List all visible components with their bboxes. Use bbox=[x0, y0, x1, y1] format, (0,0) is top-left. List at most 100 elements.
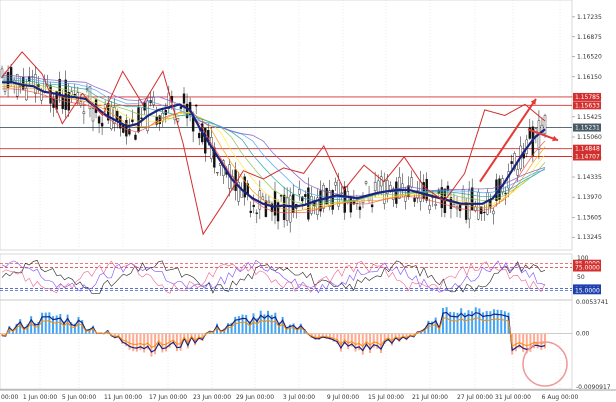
histogram-bar bbox=[496, 309, 499, 334]
candle-body bbox=[334, 181, 337, 186]
candle-body bbox=[395, 181, 398, 204]
candle-body bbox=[100, 122, 104, 127]
histogram-bar bbox=[452, 312, 455, 334]
price-tick-label: 1.13245 bbox=[577, 234, 602, 241]
candle-body bbox=[349, 196, 353, 213]
candle-body bbox=[279, 195, 283, 197]
candle-body bbox=[58, 78, 61, 96]
candle-body bbox=[358, 206, 362, 210]
candle-body bbox=[131, 119, 134, 123]
time-axis-label: 11 Jun 00:00 bbox=[104, 394, 142, 401]
oscillator-level-tag-label: 15.0000 bbox=[575, 287, 600, 294]
time-axis-label: 27 Jul 00:00 bbox=[457, 394, 493, 401]
oscillator-tick-label: 50 bbox=[577, 274, 585, 281]
candle-body bbox=[428, 205, 431, 210]
histogram-bar bbox=[164, 333, 167, 352]
oscillator-level-tag-label: 75.0000 bbox=[575, 265, 600, 272]
histogram-bar bbox=[237, 316, 240, 334]
candle-body bbox=[376, 180, 380, 193]
candle-body bbox=[182, 93, 186, 104]
candle-body bbox=[483, 211, 486, 214]
candle-body bbox=[410, 177, 413, 188]
time-axis-label: 5 Jun 00:00 bbox=[62, 394, 96, 401]
histogram-bar bbox=[128, 333, 131, 350]
price-level-tag-label: 1.15633 bbox=[575, 102, 600, 109]
price-level-tag-label: 1.14848 bbox=[575, 146, 600, 153]
histogram-bar bbox=[274, 312, 277, 334]
time-axis-label: 29 Jun 00:00 bbox=[236, 394, 274, 401]
candle-body bbox=[197, 133, 201, 139]
histogram-bar bbox=[143, 333, 146, 353]
time-axis-label: 9 Jul 00:00 bbox=[327, 394, 359, 401]
histogram-bar bbox=[48, 312, 51, 334]
price-tick-label: 1.13605 bbox=[577, 214, 602, 221]
candle-body bbox=[304, 194, 307, 197]
price-tick-label: 1.16150 bbox=[577, 74, 602, 81]
price-level-tag-label: 1.15785 bbox=[575, 94, 600, 101]
time-axis-labels: 00:00 1 Jun 00:00 5 Jun 00:00 11 Jun 00:00 1… bbox=[1, 394, 579, 401]
histogram-bar bbox=[500, 310, 503, 334]
histogram-bar bbox=[485, 311, 488, 334]
histogram-bar bbox=[150, 333, 153, 357]
histogram-bar bbox=[252, 313, 255, 334]
candle-body bbox=[413, 197, 416, 202]
histogram-bar bbox=[522, 333, 525, 352]
candle-body bbox=[258, 190, 262, 210]
candle-body bbox=[255, 212, 259, 214]
candle-body bbox=[325, 188, 328, 205]
histogram-bar bbox=[347, 333, 350, 350]
price-tick-label: 1.13970 bbox=[577, 194, 602, 201]
histogram-bar bbox=[503, 311, 506, 334]
candle-body bbox=[252, 204, 255, 207]
candle-body bbox=[285, 196, 289, 221]
candle-body bbox=[370, 204, 374, 208]
price-tick-label: 1.17235 bbox=[577, 14, 602, 21]
histogram-bar bbox=[59, 314, 62, 334]
time-axis-label: 17 Jun 00:00 bbox=[149, 394, 187, 401]
time-axis-label: 21 Jul 00:00 bbox=[412, 394, 448, 401]
histogram-bar bbox=[241, 314, 244, 334]
candle-body bbox=[292, 194, 295, 213]
candle-body bbox=[82, 111, 86, 115]
histogram-bar bbox=[474, 307, 477, 334]
histogram-bar bbox=[361, 333, 364, 355]
candle-body bbox=[125, 119, 128, 137]
candle-body bbox=[9, 67, 13, 82]
histogram-bar bbox=[369, 333, 372, 353]
histogram-bar bbox=[467, 310, 470, 334]
forex-chart: 1.17235 1.16875 1.16520 1.16150 1.15785 1.154… bbox=[0, 0, 616, 402]
histogram-bar bbox=[245, 314, 248, 334]
price-tick-label: 1.16875 bbox=[577, 34, 602, 41]
candle-body bbox=[152, 97, 155, 105]
histogram-bar bbox=[460, 308, 463, 334]
histogram-tick-label: 0.0053741 bbox=[576, 299, 609, 306]
candle-body bbox=[61, 96, 64, 110]
time-axis-label: 31 Jul 00:00 bbox=[495, 394, 531, 401]
candle-body bbox=[373, 181, 377, 191]
candle-body bbox=[510, 161, 513, 164]
histogram-bar bbox=[41, 312, 44, 334]
histogram-bar bbox=[55, 315, 58, 334]
candle-body bbox=[116, 110, 119, 121]
time-axis-label: 3 Jul 00:00 bbox=[283, 394, 315, 401]
candle-body bbox=[194, 104, 198, 107]
candle-body bbox=[434, 203, 437, 206]
candle-body bbox=[140, 117, 143, 119]
time-axis-label: 15 Jul 00:00 bbox=[368, 394, 404, 401]
candle-body bbox=[73, 93, 77, 96]
candle-body bbox=[340, 192, 343, 195]
candle-body bbox=[88, 86, 92, 110]
histogram-bar bbox=[445, 307, 448, 334]
histogram-bar bbox=[478, 308, 481, 334]
price-tick-label: 1.14335 bbox=[577, 174, 602, 181]
time-axis-label: 6 Aug 00:00 bbox=[542, 394, 579, 401]
candle-body bbox=[464, 202, 468, 220]
price-tick-label: 1.16520 bbox=[577, 53, 602, 60]
oscillator-tick-label: 100 bbox=[577, 255, 589, 262]
candle-body bbox=[298, 189, 301, 195]
histogram-bar bbox=[267, 310, 270, 334]
candle-body bbox=[516, 169, 519, 176]
candle-body bbox=[492, 210, 495, 215]
candle-body bbox=[143, 102, 146, 111]
histogram-bar bbox=[44, 312, 47, 334]
